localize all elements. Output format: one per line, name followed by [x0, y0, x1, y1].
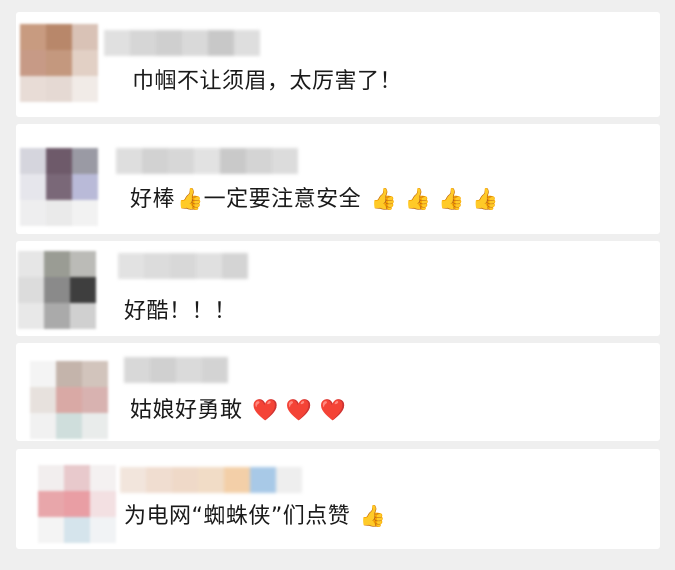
username[interactable]: [118, 253, 248, 279]
username-mosaic-cell: [220, 148, 246, 174]
thumbs-up-icon: 👍: [177, 187, 204, 211]
username-mosaic-cell: [104, 30, 130, 56]
avatar-mosaic-cell: [44, 303, 70, 329]
avatar-mosaic-cell: [90, 517, 116, 543]
username-mosaic-cell: [182, 30, 208, 56]
username-mosaic-cell: [176, 357, 202, 383]
username-mosaic-cell: [120, 467, 146, 493]
avatar-mosaic-cell: [46, 76, 72, 102]
username-mosaic-cell: [118, 253, 144, 279]
avatar-mosaic-cell: [72, 148, 98, 174]
username-mosaic-cell: [246, 148, 272, 174]
username-mosaic-cell: [130, 30, 156, 56]
avatar-mosaic-cell: [56, 361, 82, 387]
avatar-mosaic-cell: [38, 517, 64, 543]
thumbs-up-icon: 👍: [359, 504, 387, 528]
avatar-mosaic-cell: [18, 277, 44, 303]
avatar-mosaic-cell: [72, 24, 98, 50]
avatar-mosaic-cell: [20, 148, 46, 174]
avatar-mosaic-cell: [18, 251, 44, 277]
avatar-mosaic-cell: [30, 387, 56, 413]
username-mosaic-cell: [194, 148, 220, 174]
comment-text: 为电网“蜘蛛侠”们点赞 👍: [124, 504, 387, 529]
username-mosaic-cell: [170, 253, 196, 279]
username-mosaic-cell: [116, 148, 142, 174]
avatar-mosaic-cell: [46, 50, 72, 76]
username-mosaic-cell: [156, 30, 182, 56]
avatar-mosaic-cell: [20, 174, 46, 200]
comment-card: 好酷！！！: [16, 241, 660, 336]
username-mosaic-cell: [224, 467, 250, 493]
avatar-mosaic-cell: [70, 277, 96, 303]
comment-card: 巾帼不让须眉，太厉害了！: [16, 12, 660, 117]
username-mosaic-cell: [172, 467, 198, 493]
avatar-mosaic-cell: [30, 413, 56, 439]
username-mosaic-cell: [150, 357, 176, 383]
avatar-mosaic-cell: [46, 148, 72, 174]
avatar-mosaic-cell: [70, 303, 96, 329]
username-mosaic-cell: [250, 467, 276, 493]
comment-card: 好棒👍一定要注意安全 👍 👍 👍 👍: [16, 124, 660, 234]
avatar[interactable]: [30, 361, 108, 439]
avatar-mosaic-cell: [44, 277, 70, 303]
avatar[interactable]: [38, 465, 116, 543]
avatar-mosaic-cell: [46, 24, 72, 50]
avatar[interactable]: [18, 251, 96, 329]
thumbs-up-icon: 👍 👍 👍 👍: [370, 187, 499, 211]
avatar-mosaic-cell: [30, 361, 56, 387]
username[interactable]: [124, 357, 228, 383]
avatar-mosaic-cell: [64, 517, 90, 543]
username-mosaic-cell: [146, 467, 172, 493]
avatar-mosaic-cell: [70, 251, 96, 277]
heart-icon: ❤️ ❤️ ❤️: [252, 398, 347, 422]
username-mosaic-cell: [196, 253, 222, 279]
avatar-mosaic-cell: [20, 50, 46, 76]
avatar[interactable]: [20, 148, 98, 226]
comment-text: 好棒👍一定要注意安全 👍 👍 👍 👍: [130, 187, 499, 212]
avatar-mosaic-cell: [90, 465, 116, 491]
avatar-mosaic-cell: [64, 465, 90, 491]
comment-text: 姑娘好勇敢 ❤️ ❤️ ❤️: [130, 398, 347, 423]
avatar-mosaic-cell: [46, 174, 72, 200]
avatar-mosaic-cell: [82, 361, 108, 387]
avatar-mosaic-cell: [72, 50, 98, 76]
avatar[interactable]: [20, 24, 98, 102]
comment-card: 姑娘好勇敢 ❤️ ❤️ ❤️: [16, 343, 660, 441]
username[interactable]: [116, 148, 298, 174]
username-mosaic-cell: [124, 357, 150, 383]
username-mosaic-cell: [222, 253, 248, 279]
username-mosaic-cell: [142, 148, 168, 174]
avatar-mosaic-cell: [20, 76, 46, 102]
avatar-mosaic-cell: [90, 491, 116, 517]
comment-text: 巾帼不让须眉，太厉害了！: [132, 69, 403, 94]
avatar-mosaic-cell: [82, 413, 108, 439]
username-mosaic-cell: [276, 467, 302, 493]
avatar-mosaic-cell: [56, 387, 82, 413]
avatar-mosaic-cell: [72, 174, 98, 200]
avatar-mosaic-cell: [20, 24, 46, 50]
username-mosaic-cell: [144, 253, 170, 279]
comment-text: 好酷！！！: [124, 299, 237, 324]
username[interactable]: [120, 467, 302, 493]
avatar-mosaic-cell: [44, 251, 70, 277]
comment-card: 为电网“蜘蛛侠”们点赞 👍: [16, 449, 660, 549]
avatar-mosaic-cell: [64, 491, 90, 517]
username-mosaic-cell: [198, 467, 224, 493]
username[interactable]: [104, 30, 260, 56]
avatar-mosaic-cell: [72, 200, 98, 226]
avatar-mosaic-cell: [20, 200, 46, 226]
avatar-mosaic-cell: [18, 303, 44, 329]
avatar-mosaic-cell: [38, 465, 64, 491]
username-mosaic-cell: [202, 357, 228, 383]
username-mosaic-cell: [168, 148, 194, 174]
username-mosaic-cell: [272, 148, 298, 174]
avatar-mosaic-cell: [72, 76, 98, 102]
avatar-mosaic-cell: [56, 413, 82, 439]
username-mosaic-cell: [208, 30, 234, 56]
username-mosaic-cell: [234, 30, 260, 56]
avatar-mosaic-cell: [82, 387, 108, 413]
avatar-mosaic-cell: [38, 491, 64, 517]
avatar-mosaic-cell: [46, 200, 72, 226]
